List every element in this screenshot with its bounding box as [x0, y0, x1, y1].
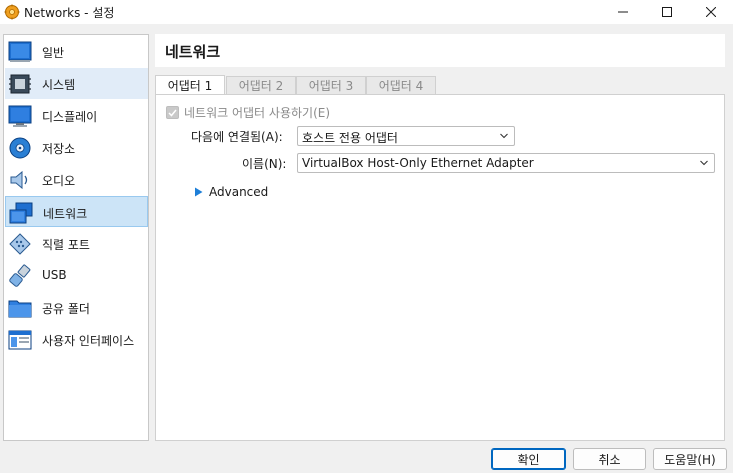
- tab-adapter-2[interactable]: 어댑터 2: [226, 76, 296, 94]
- sidebar-item-serial-port[interactable]: 직렬 포트: [5, 228, 148, 259]
- sidebar-item-label: 직렬 포트: [42, 238, 90, 252]
- audio-icon: [10, 170, 28, 190]
- enable-adapter-row: 네트워크 어댑터 사용하기(E): [166, 104, 330, 121]
- sidebar-item-general[interactable]: 일반: [5, 36, 148, 67]
- sidebar-item-label: 오디오: [42, 174, 76, 188]
- window-title: Networks - 설정: [24, 6, 115, 20]
- chevron-down-icon: [700, 160, 708, 166]
- advanced-label: Advanced: [209, 185, 269, 199]
- enable-adapter-label: 네트워크 어댑터 사용하기(E): [184, 106, 331, 120]
- panel-header: 네트워크: [155, 34, 725, 67]
- tab-adapter-4[interactable]: 어댑터 4: [366, 76, 436, 94]
- title-bar: Networks - 설정: [0, 0, 733, 24]
- help-button[interactable]: 도움말(H): [653, 448, 727, 470]
- tab-adapter-3[interactable]: 어댑터 3: [296, 76, 366, 94]
- adapter-name-select[interactable]: VirtualBox Host-Only Ethernet Adapter: [297, 153, 715, 173]
- sidebar-item-label: 사용자 인터페이스: [42, 334, 135, 348]
- sidebar-item-label: 시스템: [42, 78, 76, 92]
- name-label: 이름(N):: [242, 157, 287, 171]
- attached-to-value: 호스트 전용 어댑터: [302, 131, 398, 145]
- sidebar-item-label: 일반: [42, 46, 65, 60]
- sidebar-item-audio[interactable]: 오디오: [5, 164, 148, 195]
- settings-category-list: 일반 시스템 디스플레이 저장소 오디오 네트워크 직렬 포트 USB 공유 폴…: [3, 34, 149, 441]
- page-title: 네트워크: [165, 43, 221, 61]
- sidebar-item-user-interface[interactable]: 사용자 인터페이스: [5, 324, 148, 355]
- serial-port-icon: [9, 233, 31, 255]
- sidebar-item-network[interactable]: 네트워크: [5, 196, 148, 227]
- sidebar-item-label: 디스플레이: [42, 110, 98, 124]
- minimize-button[interactable]: [600, 0, 646, 24]
- sidebar-item-label: 공유 폴더: [42, 302, 90, 316]
- sidebar-item-shared-folder[interactable]: 공유 폴더: [5, 292, 148, 323]
- shared-folder-icon: [8, 300, 32, 318]
- expand-arrow-icon: [195, 187, 203, 197]
- enable-adapter-checkbox[interactable]: [166, 106, 179, 119]
- adapter-tabs: 어댑터 1 어댑터 2 어댑터 3 어댑터 4: [155, 75, 725, 95]
- minimize-icon: [618, 11, 628, 13]
- maximize-button[interactable]: [644, 0, 690, 24]
- system-icon: [9, 74, 31, 94]
- close-icon: [706, 7, 716, 17]
- cancel-button[interactable]: 취소: [573, 448, 646, 470]
- network-icon: [9, 202, 33, 224]
- display-icon: [8, 105, 32, 127]
- attached-to-select[interactable]: 호스트 전용 어댑터: [297, 126, 515, 146]
- sidebar-item-label: USB: [42, 268, 67, 282]
- advanced-toggle[interactable]: Advanced: [194, 185, 268, 199]
- ok-button[interactable]: 확인: [491, 448, 566, 470]
- tab-content: 네트워크 어댑터 사용하기(E) 다음에 연결됨(A): 호스트 전용 어댑터 …: [155, 94, 725, 441]
- sidebar-item-storage[interactable]: 저장소: [5, 132, 148, 163]
- chevron-down-icon: [500, 133, 508, 139]
- maximize-icon: [662, 7, 672, 17]
- attached-to-label: 다음에 연결됨(A):: [191, 130, 283, 144]
- sidebar-item-label: 저장소: [42, 142, 76, 156]
- sidebar-item-display[interactable]: 디스플레이: [5, 100, 148, 131]
- tab-adapter-1[interactable]: 어댑터 1: [155, 75, 225, 95]
- settings-panel: 네트워크 어댑터 1 어댑터 2 어댑터 3 어댑터 4 네트워크 어댑터 사용…: [155, 34, 725, 441]
- sidebar-item-system[interactable]: 시스템: [5, 68, 148, 99]
- sidebar-item-label: 네트워크: [43, 207, 88, 221]
- checkmark-icon: [168, 109, 177, 117]
- adapter-name-value: VirtualBox Host-Only Ethernet Adapter: [302, 156, 534, 170]
- sidebar-item-usb[interactable]: USB: [5, 260, 148, 291]
- user-interface-icon: [8, 330, 32, 350]
- usb-icon: [9, 264, 31, 287]
- general-icon: [8, 41, 32, 62]
- virtualbox-settings-icon: [4, 4, 20, 20]
- storage-icon: [9, 137, 31, 159]
- close-button[interactable]: [688, 0, 733, 24]
